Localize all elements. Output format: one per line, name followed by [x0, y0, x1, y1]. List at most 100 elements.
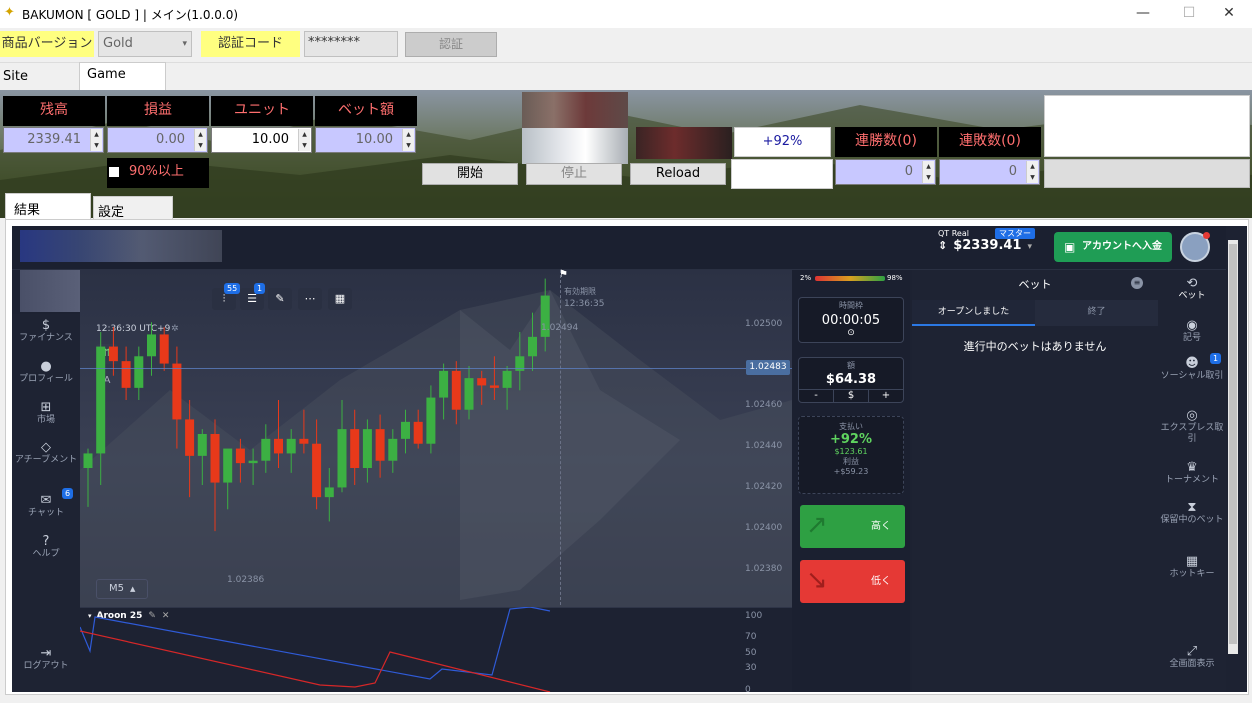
- candle: [185, 400, 195, 498]
- nav-profile-label: プロフィール: [19, 374, 73, 384]
- unit-field[interactable]: 10.00 ▲ ▼: [211, 127, 312, 153]
- scrollbar-track[interactable]: [1228, 240, 1238, 654]
- candlestick-chart: [83, 278, 550, 532]
- nav-achievements-label: アチーブメント: [14, 455, 78, 465]
- put-low-button[interactable]: ↘ 低く: [800, 560, 905, 603]
- aroon-tick: 30: [745, 663, 757, 673]
- sentiment-low: 2%: [800, 274, 812, 282]
- price-tick: 1.02400: [745, 523, 783, 533]
- tab-game-label: Game: [87, 67, 126, 82]
- timeframe-selector[interactable]: M5 ▲: [96, 579, 148, 599]
- nav-hotkeys[interactable]: ▦ ホットキー: [1158, 555, 1226, 580]
- sentiment-high: 98%: [887, 274, 903, 282]
- candle: [223, 448, 233, 510]
- candle: [515, 332, 525, 391]
- product-version-select[interactable]: Gold ▾: [98, 31, 192, 57]
- amount-currency-button[interactable]: $: [834, 390, 869, 402]
- app-logo-icon: ✦: [4, 5, 15, 20]
- avatar[interactable]: [1180, 232, 1210, 262]
- nav-express-label: エクスプレス取引: [1160, 423, 1224, 444]
- candle: [362, 419, 372, 483]
- candle: [413, 409, 423, 449]
- nav-market[interactable]: ⊞ 市場: [12, 401, 80, 426]
- deposit-button[interactable]: ▣ アカウントへ入金: [1054, 232, 1172, 262]
- aroon-chart: [80, 607, 551, 692]
- lose-streak-spinner[interactable]: ▲ ▼: [1026, 161, 1038, 183]
- bet-amount-field[interactable]: 10.00 ▲ ▼: [315, 127, 416, 153]
- win-streak-value: 0: [904, 164, 913, 179]
- bet-amount-label: ベット額: [315, 96, 417, 126]
- bet-amount-spinner[interactable]: ▲ ▼: [402, 129, 414, 151]
- nav-tournaments[interactable]: ♛ トーナメント: [1158, 460, 1226, 486]
- candle: [159, 327, 169, 371]
- time-frame-label: 時間枠: [839, 301, 863, 310]
- reload-button[interactable]: Reload: [630, 163, 726, 185]
- unit-spinner[interactable]: ▲ ▼: [298, 129, 310, 151]
- nav-help[interactable]: ? ヘルプ: [12, 535, 80, 560]
- tab-closed-bets[interactable]: 終了: [1035, 300, 1158, 326]
- trophy-icon: ♛: [1186, 460, 1198, 475]
- clock-icon: ⊙: [847, 328, 855, 338]
- candle: [274, 400, 283, 468]
- censored-logo: [20, 230, 222, 262]
- tab-result[interactable]: 結果: [5, 193, 91, 220]
- signal-icon: ◉: [1186, 318, 1198, 333]
- nav-symbols[interactable]: ◉ 記号: [1158, 318, 1226, 344]
- pnl-field[interactable]: 0.00 ▲ ▼: [107, 127, 208, 153]
- start-button[interactable]: 開始: [422, 163, 518, 185]
- filter-90-checkbox[interactable]: [109, 167, 119, 177]
- history-icon: ⟲: [1186, 276, 1198, 291]
- nav-profile[interactable]: ● プロフィール: [12, 360, 80, 385]
- call-high-button[interactable]: ↗ 高く: [800, 505, 905, 548]
- censored-image-2: [636, 127, 732, 159]
- nav-achievements[interactable]: ◇ アチーブメント: [12, 441, 80, 466]
- tab-open-bets[interactable]: オープンしました: [912, 300, 1035, 326]
- hourglass-icon: ⧗: [1187, 500, 1197, 515]
- time-frame-value: 00:00:05: [821, 313, 881, 328]
- account-balance-selector[interactable]: ⇕ $2339.41 ▾: [938, 238, 1032, 253]
- payout-label: 支払い: [839, 422, 863, 431]
- candle: [248, 448, 258, 485]
- candle: [388, 429, 398, 473]
- candle: [350, 409, 360, 485]
- nav-social-label: ソーシャル取引: [1160, 371, 1224, 381]
- close-button[interactable]: ✕: [1206, 0, 1252, 28]
- minimize-button[interactable]: —: [1120, 0, 1166, 28]
- aroon-tick: 100: [745, 611, 763, 621]
- tab-site[interactable]: Site: [0, 64, 78, 90]
- time-frame-box[interactable]: 時間枠 00:00:05 ⊙: [798, 297, 904, 343]
- nav-pending-bets[interactable]: ⧗ 保留中のベット: [1158, 500, 1226, 526]
- nav-logout[interactable]: ⇥ ログアウト: [12, 647, 80, 672]
- tab-settings-label: 設定: [98, 205, 125, 220]
- tab-settings[interactable]: 設定: [93, 196, 173, 220]
- auth-button[interactable]: 認証: [405, 32, 497, 57]
- amount-box[interactable]: 額 $64.38 - $ +: [798, 357, 904, 403]
- balance-spinner[interactable]: ▲ ▼: [90, 129, 102, 151]
- payout-box: 支払い +92% $123.61 利益 +$59.23: [798, 416, 904, 494]
- fullscreen-icon: ⤢: [1186, 644, 1198, 659]
- lose-streak-field[interactable]: 0 ▲ ▼: [939, 159, 1040, 185]
- scrollbar-thumb[interactable]: [1229, 244, 1237, 644]
- amount-minus-button[interactable]: -: [799, 390, 834, 402]
- deposit-label: アカウントへ入金: [1082, 241, 1162, 252]
- stop-button[interactable]: 停止: [526, 163, 622, 185]
- nav-symbols-label: 記号: [1182, 333, 1201, 343]
- nav-finance[interactable]: $ ファイナンス: [12, 319, 80, 344]
- candle: [83, 448, 93, 507]
- auth-code-input[interactable]: ********: [304, 31, 398, 57]
- amount-plus-button[interactable]: +: [869, 390, 903, 402]
- nav-bets[interactable]: ⟲ ベット: [1158, 276, 1226, 302]
- chevron-up-icon: ▲: [130, 585, 136, 593]
- nav-fullscreen[interactable]: ⤢ 全画面表示: [1158, 644, 1226, 670]
- payout-value: $123.61: [834, 447, 868, 456]
- balance-field[interactable]: 2339.41 ▲ ▼: [3, 127, 104, 153]
- tab-game[interactable]: Game: [79, 62, 166, 90]
- pnl-spinner[interactable]: ▲ ▼: [194, 129, 206, 151]
- menu-icon[interactable]: ≡: [1131, 277, 1143, 289]
- win-streak-spinner[interactable]: ▲ ▼: [922, 161, 934, 183]
- win-streak-field[interactable]: 0 ▲ ▼: [835, 159, 936, 185]
- social-badge: 1: [1210, 353, 1222, 364]
- nav-express-trading[interactable]: ◎ エクスプレス取引: [1158, 409, 1226, 445]
- product-version-value: Gold: [103, 36, 133, 51]
- candle: [197, 429, 207, 485]
